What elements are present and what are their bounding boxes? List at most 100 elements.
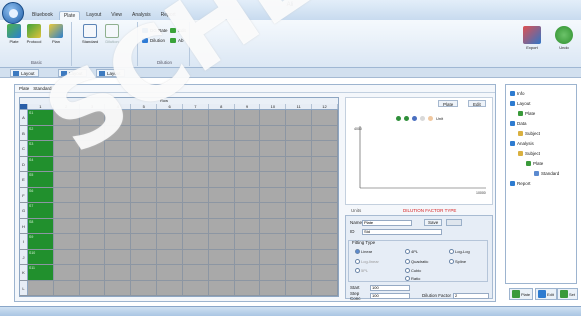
tree-item[interactable]: Analysis xyxy=(510,141,534,146)
plate-well[interactable] xyxy=(157,249,183,264)
plate-well[interactable] xyxy=(131,265,158,280)
plate-well[interactable]: S11 xyxy=(28,265,54,280)
plate-well[interactable] xyxy=(312,172,338,187)
plate-well[interactable] xyxy=(105,187,132,202)
plate-well[interactable] xyxy=(235,187,261,202)
plate-well[interactable] xyxy=(286,110,313,125)
plate-well[interactable] xyxy=(105,218,132,233)
column-header[interactable]: 1 xyxy=(28,104,54,109)
plate-well[interactable] xyxy=(157,234,183,249)
plate-well[interactable] xyxy=(312,249,338,264)
doc-tab-3[interactable]: Layout xyxy=(96,69,125,77)
plate-well[interactable] xyxy=(183,218,209,233)
column-header[interactable]: 9 xyxy=(235,104,261,109)
plate-well[interactable] xyxy=(286,172,313,187)
plate-well[interactable]: S2 xyxy=(28,125,54,140)
plate-well[interactable] xyxy=(312,187,338,202)
chart-edit-button[interactable]: Edit xyxy=(468,100,486,107)
plate-well[interactable] xyxy=(105,172,132,187)
plate-well[interactable] xyxy=(312,125,338,140)
plate-well[interactable] xyxy=(260,110,287,125)
plate-well[interactable] xyxy=(131,141,158,156)
radio-ratio[interactable]: Ratio xyxy=(405,276,420,281)
plate-well[interactable] xyxy=(105,156,132,171)
plate-well[interactable] xyxy=(157,218,183,233)
plate-well[interactable] xyxy=(183,110,209,125)
plate-well[interactable] xyxy=(235,141,261,156)
plate-well[interactable] xyxy=(209,125,235,140)
plate-well[interactable] xyxy=(105,234,132,249)
plate-well[interactable] xyxy=(286,187,313,202)
row-header[interactable]: D xyxy=(20,156,28,171)
legend-dot[interactable] xyxy=(412,116,417,121)
plate-well[interactable] xyxy=(312,234,338,249)
plate-well[interactable] xyxy=(183,141,209,156)
undo-button[interactable]: Undo xyxy=(554,26,574,50)
column-header[interactable]: 2 xyxy=(54,104,80,109)
chart-plate-button[interactable]: Plate xyxy=(438,100,459,107)
plate-well[interactable] xyxy=(235,218,261,233)
tree-item[interactable]: Plate xyxy=(518,111,535,116)
plate-well[interactable]: S10 xyxy=(28,249,54,264)
tree-item[interactable]: Layout xyxy=(510,101,531,106)
row-header[interactable]: H xyxy=(20,218,28,233)
plate-well[interactable] xyxy=(209,110,235,125)
plate-well[interactable] xyxy=(54,280,80,295)
plate-well[interactable] xyxy=(209,203,235,218)
start-field[interactable] xyxy=(370,284,410,291)
tab-layout[interactable]: Layout xyxy=(82,11,105,20)
plate-well[interactable] xyxy=(105,203,132,218)
plate-well[interactable] xyxy=(157,141,183,156)
plate-well[interactable] xyxy=(105,249,132,264)
plate-well[interactable] xyxy=(28,280,54,295)
plate-well[interactable] xyxy=(183,156,209,171)
plate-well[interactable] xyxy=(312,265,338,280)
plate-well[interactable] xyxy=(157,110,183,125)
plan-button[interactable]: Plan xyxy=(48,24,64,44)
row-header[interactable]: B xyxy=(20,125,28,140)
plate-well[interactable] xyxy=(131,187,158,202)
column-header[interactable]: 12 xyxy=(312,104,338,109)
plate-well[interactable]: S5 xyxy=(28,172,54,187)
plate-well[interactable] xyxy=(157,156,183,171)
plate-well[interactable] xyxy=(312,203,338,218)
plate-well[interactable] xyxy=(157,172,183,187)
plate-well[interactable] xyxy=(235,234,261,249)
plate-well[interactable]: S1 xyxy=(28,110,54,125)
plate-well[interactable] xyxy=(183,203,209,218)
plate-well[interactable] xyxy=(183,125,209,140)
plate-well[interactable] xyxy=(183,280,209,295)
plate-well[interactable] xyxy=(235,156,261,171)
doc-tab-2[interactable]: Layout xyxy=(58,69,87,77)
plate-well[interactable] xyxy=(80,156,106,171)
legend-dot[interactable] xyxy=(404,116,409,121)
column-header[interactable]: 10 xyxy=(260,104,287,109)
plate-well[interactable] xyxy=(260,141,287,156)
plate-well[interactable]: S4 xyxy=(28,156,54,171)
plate-well[interactable] xyxy=(131,125,158,140)
plate-well[interactable] xyxy=(131,203,158,218)
plate-well[interactable] xyxy=(131,249,158,264)
radio-linear[interactable]: Linear xyxy=(355,249,372,254)
radio-cubic[interactable]: Cubic xyxy=(405,268,421,273)
dg-rate-button[interactable]: DG Rate xyxy=(142,28,168,33)
plate-well[interactable] xyxy=(209,249,235,264)
tab-report[interactable]: Report xyxy=(157,11,180,20)
tab-analysis[interactable]: Analysis xyxy=(128,11,155,20)
plate-well[interactable] xyxy=(105,141,132,156)
legend-dot[interactable] xyxy=(420,116,425,121)
plate-well[interactable] xyxy=(286,265,313,280)
plate-well[interactable] xyxy=(286,156,313,171)
legend-dot[interactable] xyxy=(396,116,401,121)
plate-well[interactable]: S7 xyxy=(28,203,54,218)
plate-well[interactable] xyxy=(235,110,261,125)
tab-bluebook[interactable]: Bluebook xyxy=(28,11,57,20)
plate-well[interactable] xyxy=(54,187,80,202)
plate-well[interactable] xyxy=(54,218,80,233)
plate-well[interactable] xyxy=(157,125,183,140)
tree-item[interactable]: Info xyxy=(510,91,525,96)
tab-plate[interactable]: Plate xyxy=(58,11,81,20)
tree-item[interactable]: Subject xyxy=(518,151,540,156)
plate-well[interactable] xyxy=(286,218,313,233)
dilution-factor-field[interactable] xyxy=(453,292,490,299)
